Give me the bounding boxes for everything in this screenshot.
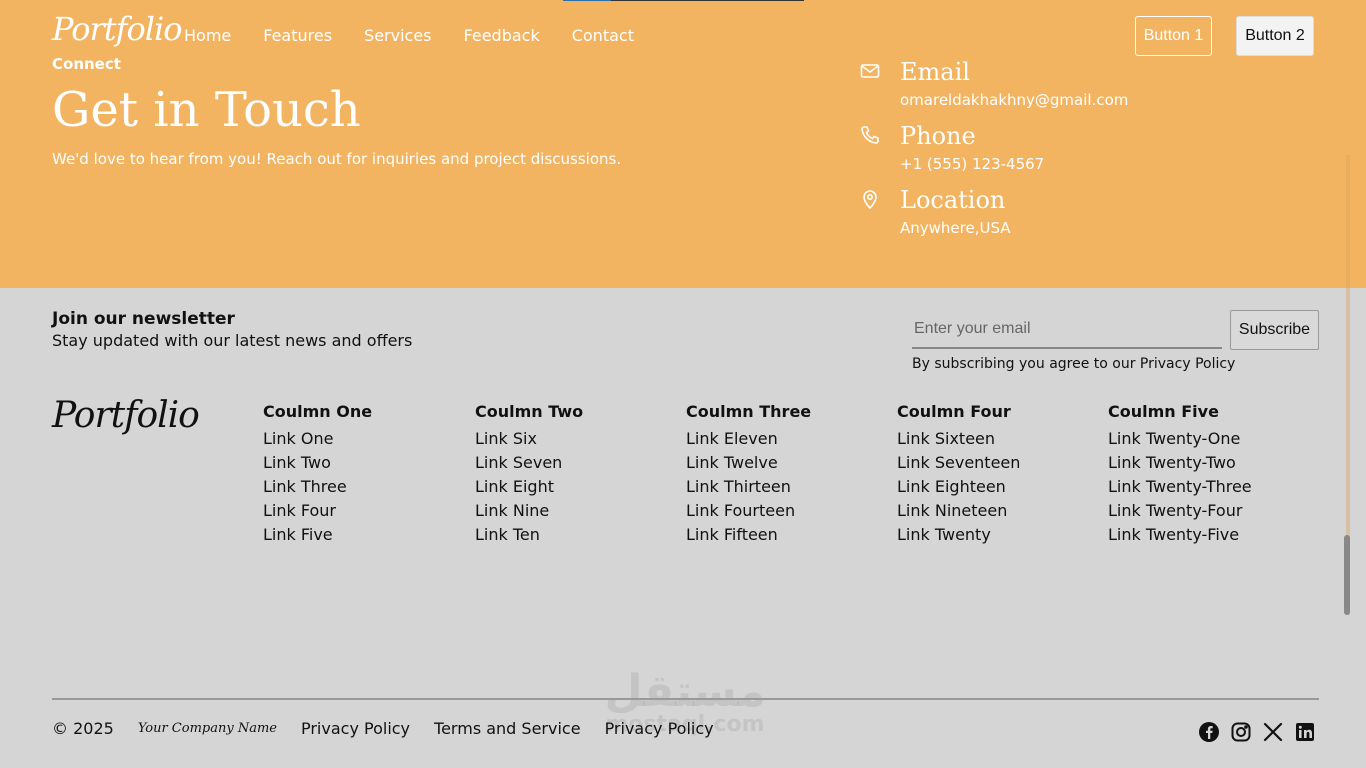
footer-column-three: Coulmn Three Link Eleven Link Twelve Lin… [686, 403, 811, 547]
footer-link[interactable]: Link Twenty-Four [1108, 499, 1252, 523]
phone-icon [860, 125, 880, 145]
footer-column-title: Coulmn Four [897, 402, 1011, 421]
brand-logo[interactable]: Portfolio [52, 10, 182, 48]
footer-column-title: Coulmn One [263, 402, 373, 421]
button-1[interactable]: Button 1 [1135, 16, 1212, 56]
nav-features[interactable]: Features [263, 26, 332, 45]
footer-link[interactable]: Link Twenty-Five [1108, 523, 1252, 547]
newsletter-title: Join our newsletter [52, 309, 235, 329]
footer-link[interactable]: Link Twenty-Two [1108, 451, 1252, 475]
facebook-icon[interactable] [1198, 721, 1220, 743]
mail-icon [860, 61, 880, 81]
section-eyebrow: Connect [52, 55, 121, 73]
button-2[interactable]: Button 2 [1236, 16, 1314, 56]
page-subtitle: We'd love to hear from you! Reach out fo… [52, 150, 622, 168]
nav-contact[interactable]: Contact [572, 26, 634, 45]
footer-link[interactable]: Link Fifteen [686, 523, 811, 547]
footer-column-title: Coulmn Two [475, 402, 584, 421]
newsletter-subtitle: Stay updated with our latest news and of… [52, 331, 413, 350]
footer-link[interactable]: Link Nine [475, 499, 583, 523]
contact-location-value: Anywhere,USA [900, 219, 1011, 237]
scrollbar-thumb[interactable] [1344, 535, 1350, 615]
nav-home[interactable]: Home [184, 26, 231, 45]
footer-link[interactable]: Link Six [475, 427, 583, 451]
nav-feedback[interactable]: Feedback [464, 26, 540, 45]
footer-link[interactable]: Link Seventeen [897, 451, 1020, 475]
footer-column-two: Coulmn Two Link Six Link Seven Link Eigh… [475, 403, 583, 547]
nav-services[interactable]: Services [364, 26, 431, 45]
footer-link[interactable]: Link Eleven [686, 427, 811, 451]
footer-link[interactable]: Link Twelve [686, 451, 811, 475]
subscribe-button[interactable]: Subscribe [1230, 310, 1319, 350]
footer-link[interactable]: Link Fourteen [686, 499, 811, 523]
copyright: © 2025 [52, 719, 114, 738]
footer-link[interactable]: Link Four [263, 499, 372, 523]
footer-link[interactable]: Link Seven [475, 451, 583, 475]
contact-location-label: Location [900, 186, 1006, 214]
footer-link[interactable]: Link Eight [475, 475, 583, 499]
footer-link[interactable]: Link Twenty [897, 523, 1020, 547]
instagram-icon[interactable] [1230, 721, 1252, 743]
company-signature: Your Company Name [137, 721, 277, 736]
contact-email-value[interactable]: omareldakhakhny@gmail.com [900, 91, 1128, 109]
contact-email-label: Email [900, 58, 970, 86]
footer-column-five: Coulmn Five Link Twenty-One Link Twenty-… [1108, 403, 1252, 547]
footer-link[interactable]: Link Thirteen [686, 475, 811, 499]
footer-link[interactable]: Link Eighteen [897, 475, 1020, 499]
footer-link[interactable]: Link Twenty-Three [1108, 475, 1252, 499]
footer-link[interactable]: Link Sixteen [897, 427, 1020, 451]
footer-link[interactable]: Link One [263, 427, 372, 451]
footer-column-four: Coulmn Four Link Sixteen Link Seventeen … [897, 403, 1020, 547]
footer-link[interactable]: Link Two [263, 451, 372, 475]
terms-of-service-link[interactable]: Terms and Service [434, 719, 581, 738]
watermark-arabic: مستقل [604, 666, 766, 717]
footer-link[interactable]: Link Ten [475, 523, 583, 547]
social-links [1198, 721, 1316, 743]
footer-link[interactable]: Link Five [263, 523, 372, 547]
footer-bottom-bar: © 2025 Your Company Name Privacy Policy … [52, 719, 738, 738]
footer-column-title: Coulmn Three [686, 402, 812, 421]
contact-hero-section: Portfolio Home Features Services Feedbac… [0, 0, 1366, 288]
footer-link[interactable]: Link Three [263, 475, 372, 499]
privacy-policy-link-2[interactable]: Privacy Policy [605, 719, 714, 738]
top-accent-line [563, 0, 611, 1]
footer-divider [52, 698, 1319, 700]
contact-phone-label: Phone [900, 122, 976, 150]
newsletter-policy-note: By subscribing you agree to our Privacy … [912, 356, 1236, 372]
location-pin-icon [860, 189, 880, 210]
linkedin-icon[interactable] [1294, 721, 1316, 743]
footer-logo[interactable]: Portfolio [52, 395, 200, 436]
page-title: Get in Touch [52, 82, 361, 138]
footer-link[interactable]: Link Nineteen [897, 499, 1020, 523]
privacy-policy-link[interactable]: Privacy Policy [301, 719, 410, 738]
footer-column-title: Coulmn Five [1108, 402, 1219, 421]
main-nav: Home Features Services Feedback Contact [184, 26, 634, 45]
footer-column-one: Coulmn One Link One Link Two Link Three … [263, 403, 372, 547]
x-icon[interactable] [1262, 721, 1284, 743]
footer-link[interactable]: Link Twenty-One [1108, 427, 1252, 451]
newsletter-email-input[interactable] [912, 311, 1222, 349]
contact-phone-value[interactable]: +1 (555) 123-4567 [900, 155, 1044, 173]
